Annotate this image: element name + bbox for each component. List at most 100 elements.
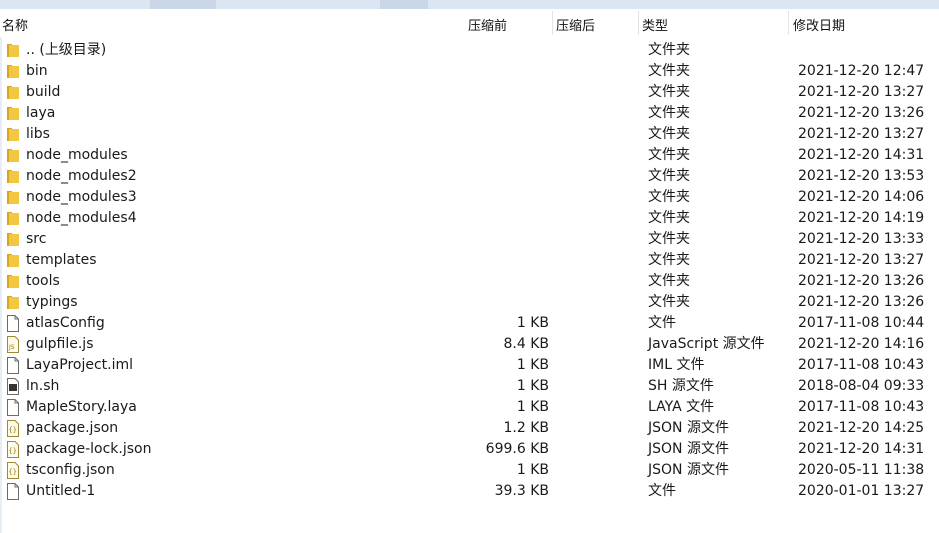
folder-icon: [6, 231, 20, 248]
file-row[interactable]: MapleStory.laya 1 KB LAYA 文件 2017-11-08 10:…: [0, 397, 939, 418]
file-name: node_modules3: [26, 189, 137, 205]
file-name: templates: [26, 252, 97, 268]
file-row[interactable]: templates 文件夹 2021-12-20 13:27: [0, 250, 939, 271]
file-modified-date: 2021-12-20 14:31: [798, 147, 925, 163]
file-modified-date: 2017-11-08 10:44: [798, 315, 925, 331]
file-type: 文件夹: [648, 168, 690, 184]
js-file-icon: JS: [6, 336, 20, 353]
svg-text:{}: {}: [9, 447, 17, 455]
file-row[interactable]: JS gulpfile.js 8.4 KB JavaScript 源文件 2021-12…: [0, 334, 939, 355]
column-divider[interactable]: [638, 11, 639, 35]
column-header-modified[interactable]: 修改日期: [793, 15, 845, 34]
file-modified-date: 2021-12-20 13:27: [798, 84, 925, 100]
file-type: 文件夹: [648, 231, 690, 247]
file-size: 1 KB: [516, 399, 549, 415]
folder-icon: [6, 273, 20, 290]
folder-icon: [6, 294, 20, 311]
file-modified-date: 2021-12-20 14:06: [798, 189, 925, 205]
file-name: tsconfig.json: [26, 462, 115, 478]
file-modified-date: 2020-01-01 13:27: [798, 483, 925, 499]
file-row[interactable]: {} package-lock.json 699.6 KB JSON 源文件 2021-…: [0, 439, 939, 460]
file-row[interactable]: node_modules3 文件夹 2021-12-20 14:06: [0, 187, 939, 208]
file-type: 文件夹: [648, 105, 690, 121]
file-icon: [6, 357, 20, 374]
file-modified-date: 2021-12-20 14:19: [798, 210, 925, 226]
file-name: MapleStory.laya: [26, 399, 137, 415]
file-name: package.json: [26, 420, 119, 436]
toolbar-segment: [380, 0, 428, 9]
file-row[interactable]: LayaProject.iml 1 KB IML 文件 2017-11-08 10:4…: [0, 355, 939, 376]
file-row[interactable]: {} package.json 1.2 KB JSON 源文件 2021-12-20 1…: [0, 418, 939, 439]
file-modified-date: 2021-12-20 14:31: [798, 441, 925, 457]
file-modified-date: 2021-12-20 13:26: [798, 105, 925, 121]
file-row[interactable]: src 文件夹 2021-12-20 13:33: [0, 229, 939, 250]
folder-icon: [6, 252, 20, 269]
column-header-packed-size[interactable]: 压缩前: [468, 15, 507, 34]
file-modified-date: 2020-05-11 11:38: [798, 462, 925, 478]
file-type: 文件夹: [648, 126, 690, 142]
file-row[interactable]: typings 文件夹 2021-12-20 13:26: [0, 292, 939, 313]
file-name: package-lock.json: [26, 441, 152, 457]
file-row[interactable]: node_modules2 文件夹 2021-12-20 13:53: [0, 166, 939, 187]
file-row[interactable]: tools 文件夹 2021-12-20 13:26: [0, 271, 939, 292]
file-row[interactable]: .. (上级目录) 文件夹: [0, 40, 939, 61]
svg-text:{}: {}: [9, 426, 17, 434]
file-modified-date: 2017-11-08 10:43: [798, 399, 925, 415]
file-row[interactable]: Untitled-1 39.3 KB 文件 2020-01-01 13:27: [0, 481, 939, 502]
file-size: 1 KB: [516, 315, 549, 331]
shell-file-icon: [6, 378, 20, 395]
file-type: JSON 源文件: [648, 441, 729, 457]
file-type: 文件夹: [648, 42, 690, 58]
file-icon: [6, 399, 20, 416]
file-name: node_modules: [26, 147, 128, 163]
file-type: JavaScript 源文件: [648, 336, 765, 352]
column-divider[interactable]: [552, 11, 553, 35]
folder-icon: [6, 63, 20, 80]
json-file-icon: {}: [6, 462, 20, 479]
folder-icon: [6, 210, 20, 227]
column-header-type[interactable]: 类型: [642, 15, 668, 34]
file-row[interactable]: laya 文件夹 2021-12-20 13:26: [0, 103, 939, 124]
file-size: 1 KB: [516, 462, 549, 478]
file-type: 文件: [648, 483, 676, 499]
file-name: LayaProject.iml: [26, 357, 134, 373]
file-type: 文件夹: [648, 63, 690, 79]
column-header-name[interactable]: 名称: [2, 15, 28, 34]
file-row[interactable]: ln.sh 1 KB SH 源文件 2018-08-04 09:33: [0, 376, 939, 397]
file-row[interactable]: node_modules4 文件夹 2021-12-20 14:19: [0, 208, 939, 229]
json-file-icon: {}: [6, 441, 20, 458]
file-row[interactable]: node_modules 文件夹 2021-12-20 14:31: [0, 145, 939, 166]
file-size: 8.4 KB: [503, 336, 550, 352]
folder-icon: [6, 84, 20, 101]
file-name: libs: [26, 126, 50, 142]
file-row[interactable]: libs 文件夹 2021-12-20 13:27: [0, 124, 939, 145]
file-row[interactable]: {} tsconfig.json 1 KB JSON 源文件 2020-05-11 11…: [0, 460, 939, 481]
file-row[interactable]: build 文件夹 2021-12-20 13:27: [0, 82, 939, 103]
file-name: build: [26, 84, 61, 100]
file-name: node_modules2: [26, 168, 137, 184]
file-row[interactable]: bin 文件夹 2021-12-20 12:47: [0, 61, 939, 82]
file-modified-date: 2021-12-20 13:27: [798, 126, 925, 142]
file-name: node_modules4: [26, 210, 137, 226]
file-name: ln.sh: [26, 378, 60, 394]
column-header-compressed-size[interactable]: 压缩后: [556, 15, 595, 34]
folder-icon: [6, 105, 20, 122]
file-modified-date: 2021-12-20 13:33: [798, 231, 925, 247]
column-divider[interactable]: [788, 11, 789, 35]
folder-icon: [6, 42, 20, 59]
file-name: src: [26, 231, 47, 247]
file-type: SH 源文件: [648, 378, 714, 394]
file-type: 文件夹: [648, 84, 690, 100]
file-icon: [6, 315, 20, 332]
file-type: IML 文件: [648, 357, 705, 373]
file-type: JSON 源文件: [648, 420, 729, 436]
file-modified-date: 2021-12-20 12:47: [798, 63, 925, 79]
file-modified-date: 2018-08-04 09:33: [798, 378, 925, 394]
file-type: 文件夹: [648, 252, 690, 268]
file-name: atlasConfig: [26, 315, 105, 331]
file-size: 1 KB: [516, 357, 549, 373]
file-row[interactable]: atlasConfig 1 KB 文件 2017-11-08 10:44: [0, 313, 939, 334]
file-modified-date: 2021-12-20 13:26: [798, 294, 925, 310]
file-modified-date: 2021-12-20 13:26: [798, 273, 925, 289]
svg-text:JS: JS: [8, 344, 15, 351]
